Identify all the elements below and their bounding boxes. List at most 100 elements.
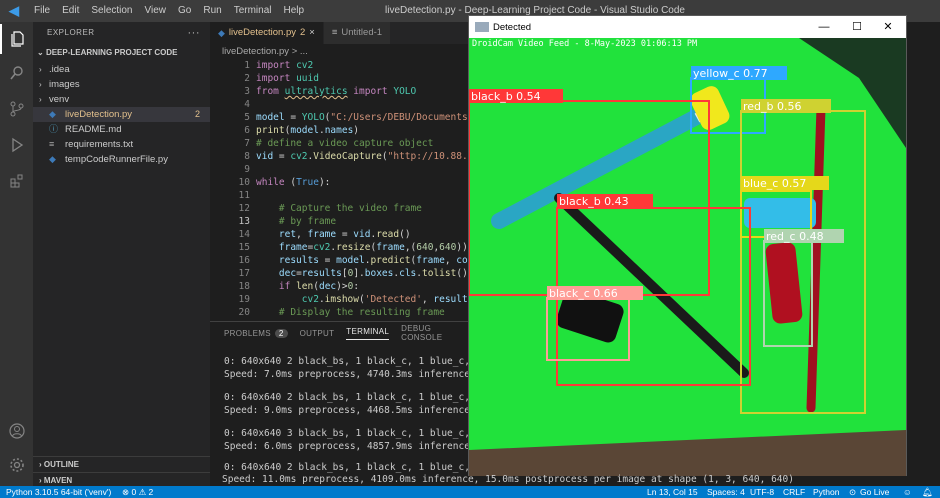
- explorer-icon[interactable]: [0, 24, 33, 54]
- terminal-line: Speed: 11.0ms preprocess, 4109.0ms infer…: [222, 474, 794, 485]
- python-interpreter[interactable]: Python 3.10.5 64-bit ('venv'): [6, 486, 111, 498]
- project-folder[interactable]: ⌄ DEEP-LEARNING PROJECT CODE: [33, 44, 210, 62]
- tab-output[interactable]: OUTPUT: [300, 329, 335, 338]
- detection-video-frame: DroidCam Video Feed - 8-May-2023 01:06:1…: [469, 38, 906, 476]
- tab-label: OUTPUT: [299, 328, 335, 338]
- chevron-right-icon: ›: [39, 95, 42, 104]
- line-number: 15: [238, 242, 250, 253]
- menu-terminal[interactable]: Terminal: [228, 0, 278, 22]
- tree-item-venv[interactable]: › venv: [33, 92, 210, 107]
- video-feed-overlay: DroidCam Video Feed - 8-May-2023 01:06:1…: [472, 39, 697, 49]
- menu-edit[interactable]: Edit: [56, 0, 85, 22]
- text-file-icon: ≡: [331, 27, 338, 38]
- tree-item-tempcoderunner[interactable]: ◆ tempCodeRunnerFile.py: [33, 152, 210, 167]
- problem-count-badge: 2: [274, 328, 288, 338]
- detection-label: black_b 0.54: [471, 90, 541, 103]
- tree-item-livedetection[interactable]: ◆ liveDetection.py 2: [33, 107, 210, 122]
- run-debug-icon[interactable]: [0, 130, 33, 160]
- tab-label: liveDetection.py: [228, 27, 296, 38]
- line-number: 13: [238, 216, 250, 227]
- extensions-icon[interactable]: [0, 166, 33, 196]
- accounts-icon[interactable]: [0, 416, 33, 446]
- vscode-logo-icon: ◀: [9, 3, 19, 18]
- line-number: 9: [244, 164, 250, 175]
- detection-label: red_c 0.48: [766, 230, 824, 243]
- line-ending[interactable]: CRLF: [783, 486, 805, 498]
- feedback-icon[interactable]: ☺: [903, 486, 912, 498]
- outline-section[interactable]: › OUTLINE: [33, 456, 210, 472]
- code-line: from ultralytics import YOLO: [256, 86, 417, 97]
- encoding[interactable]: UTF-8: [750, 486, 774, 498]
- indentation[interactable]: Spaces: 4: [707, 486, 745, 498]
- code-line: vid = cv2.VideoCapture("http://10.88.239: [256, 151, 468, 162]
- settings-gear-icon[interactable]: [0, 450, 33, 480]
- go-live-button[interactable]: Go Live: [860, 486, 889, 498]
- terminal-line: Speed: 9.0ms preprocess, 4468.5ms infere…: [224, 405, 468, 416]
- detection-label: blue_c 0.57: [743, 177, 806, 190]
- maximize-icon[interactable]: ☐: [841, 16, 873, 38]
- menu-help[interactable]: Help: [278, 0, 311, 22]
- source-control-icon[interactable]: [0, 94, 33, 124]
- explorer-header: EXPLORER ···: [33, 22, 210, 44]
- breadcrumb[interactable]: liveDetection.py > ...: [210, 44, 468, 59]
- maven-label: MAVEN: [43, 476, 73, 485]
- blue-cap-shape: [744, 198, 816, 228]
- tab-livedetection[interactable]: ◆ liveDetection.py 2 ×: [210, 22, 324, 44]
- code-line: while (True):: [256, 177, 331, 188]
- detection-label: red_b 0.56: [743, 100, 802, 113]
- minimize-icon[interactable]: —: [808, 16, 840, 38]
- tree-item-readme[interactable]: ⓘ README.md: [33, 122, 210, 137]
- line-number: 10: [238, 177, 250, 188]
- detected-window-titlebar[interactable]: Detected — ☐ ✕: [469, 16, 906, 38]
- tab-debug-console[interactable]: DEBUG CONSOLE: [401, 324, 468, 342]
- window-app-icon: [475, 22, 489, 32]
- notifications-bell-icon[interactable]: 🔔︎: [922, 486, 933, 498]
- line-number: 11: [238, 190, 250, 201]
- menu-view[interactable]: View: [139, 0, 173, 22]
- line-number: 20: [238, 307, 250, 318]
- python-file-icon: ◆: [218, 28, 225, 38]
- menu-file[interactable]: File: [28, 0, 56, 22]
- problems-status[interactable]: ⊗ 0 ⚠ 2: [122, 486, 153, 498]
- tree-item-images[interactable]: › images: [33, 77, 210, 92]
- detection-label: black_c 0.66: [549, 287, 618, 300]
- close-icon[interactable]: ✕: [872, 16, 904, 38]
- code-line: # by frame: [278, 216, 337, 227]
- code-editor[interactable]: 1 2 3 4 5 6 7 8 9 10 11 12 13 14 15 16 1…: [210, 59, 468, 321]
- go-live-icon[interactable]: ⊙: [849, 486, 856, 498]
- line-number: 6: [244, 125, 250, 136]
- menu-run[interactable]: Run: [197, 0, 227, 22]
- tab-terminal[interactable]: TERMINAL: [346, 326, 390, 340]
- line-number: 3: [244, 86, 250, 97]
- info-file-icon: ⓘ: [49, 124, 59, 134]
- tree-item-idea[interactable]: › .idea: [33, 62, 210, 77]
- line-number: 14: [238, 229, 250, 240]
- line-number: 19: [238, 294, 250, 305]
- menu-go[interactable]: Go: [172, 0, 197, 22]
- cursor-position[interactable]: Ln 13, Col 15: [647, 486, 698, 498]
- terminal-line: Speed: 6.0ms preprocess, 4857.9ms infere…: [224, 441, 468, 452]
- tab-problems[interactable]: PROBLEMS 2: [224, 328, 288, 338]
- search-icon[interactable]: [0, 58, 33, 88]
- terminal-line: 0: 640x640 3 black_bs, 1 black_c, 1 blue…: [224, 428, 468, 439]
- detection-label: black_b 0.43: [559, 195, 629, 208]
- panel-tabs: PROBLEMS 2 OUTPUT TERMINAL DEBUG CONSOLE: [210, 322, 468, 344]
- code-line: if len(dec)>0:: [278, 281, 360, 292]
- line-number: 7: [244, 138, 250, 149]
- more-actions-icon[interactable]: ···: [188, 22, 201, 44]
- editor-minimap: [907, 22, 940, 486]
- tree-item-label: tempCodeRunnerFile.py: [65, 154, 168, 165]
- menu-selection[interactable]: Selection: [85, 0, 138, 22]
- tab-label: TERMINAL: [346, 326, 390, 336]
- tree-item-label: venv: [49, 94, 70, 105]
- python-file-icon: ◆: [49, 154, 56, 164]
- problem-count-badge: 2: [194, 109, 200, 119]
- editor-tabs: ◆ liveDetection.py 2 × ≡ Untitled-1: [210, 22, 468, 44]
- detected-window[interactable]: Detected — ☐ ✕ DroidCam Video Feed - 8-M…: [468, 15, 907, 476]
- tree-item-requirements[interactable]: ≡ requirements.txt: [33, 137, 210, 152]
- close-icon[interactable]: ×: [309, 22, 315, 44]
- tab-untitled[interactable]: ≡ Untitled-1: [323, 22, 392, 44]
- code-line: dec=results[0].boxes.cls.tolist(): [278, 268, 468, 279]
- language-mode[interactable]: Python: [813, 486, 839, 498]
- terminal-line: 0: 640x640 2 black_bs, 1 black_c, 1 blue…: [224, 462, 468, 473]
